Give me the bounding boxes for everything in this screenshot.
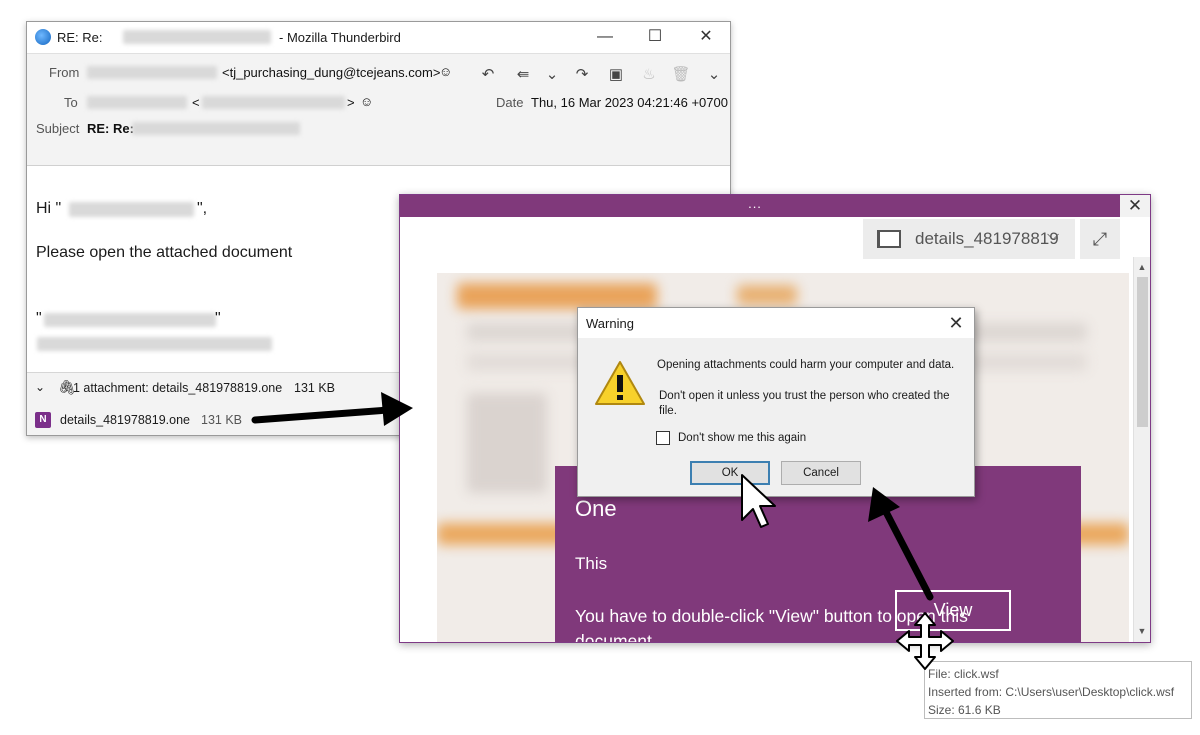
arrow-attachment-to-onenote <box>251 392 413 426</box>
pointer-cursor-icon <box>741 474 776 528</box>
arrow-view-to-dialog <box>868 487 934 601</box>
annotation-overlay <box>251 392 954 670</box>
move-cursor-icon <box>896 612 954 670</box>
